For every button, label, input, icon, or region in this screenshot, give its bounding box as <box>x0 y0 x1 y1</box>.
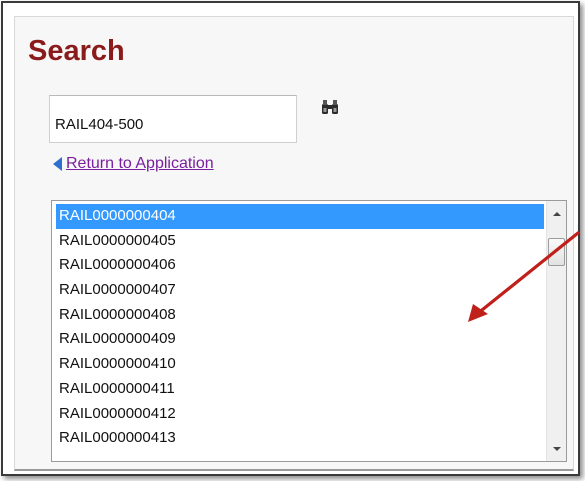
chevron-up-icon <box>552 212 561 216</box>
list-item[interactable]: RAIL0000000404 <box>56 204 544 229</box>
scroll-down-button[interactable] <box>547 440 566 458</box>
results-listbox[interactable]: RAIL0000000404 RAIL0000000405 RAIL00000004… <box>51 200 567 462</box>
list-item[interactable]: RAIL0000000413 <box>56 426 544 451</box>
list-item[interactable]: RAIL0000000405 <box>56 229 544 254</box>
list-item[interactable]: RAIL0000000407 <box>56 278 544 303</box>
left-triangle-icon <box>53 157 62 171</box>
list-item[interactable]: RAIL0000000411 <box>56 377 544 402</box>
return-link-label[interactable]: Return to Application <box>66 155 214 173</box>
list-item[interactable]: RAIL0000000406 <box>56 253 544 278</box>
list-item[interactable]: RAIL0000000410 <box>56 352 544 377</box>
scroll-thumb[interactable] <box>548 238 565 266</box>
list-item[interactable]: RAIL0000000408 <box>56 303 544 328</box>
search-input[interactable] <box>49 95 297 143</box>
vertical-scrollbar[interactable] <box>546 201 566 461</box>
results-list: RAIL0000000404 RAIL0000000405 RAIL00000004… <box>56 204 544 451</box>
scroll-up-button[interactable] <box>547 205 566 223</box>
chevron-down-icon <box>552 447 561 451</box>
list-item[interactable]: RAIL0000000412 <box>56 402 544 427</box>
list-item[interactable]: RAIL0000000409 <box>56 327 544 352</box>
search-panel: Search Return to Application RAIL0000000… <box>14 16 574 471</box>
binoculars-icon[interactable] <box>321 99 339 115</box>
screenshot-frame: Search Return to Application RAIL0000000… <box>1 1 580 476</box>
return-to-application-link[interactable]: Return to Application <box>53 153 214 175</box>
page-title: Search <box>28 35 125 67</box>
